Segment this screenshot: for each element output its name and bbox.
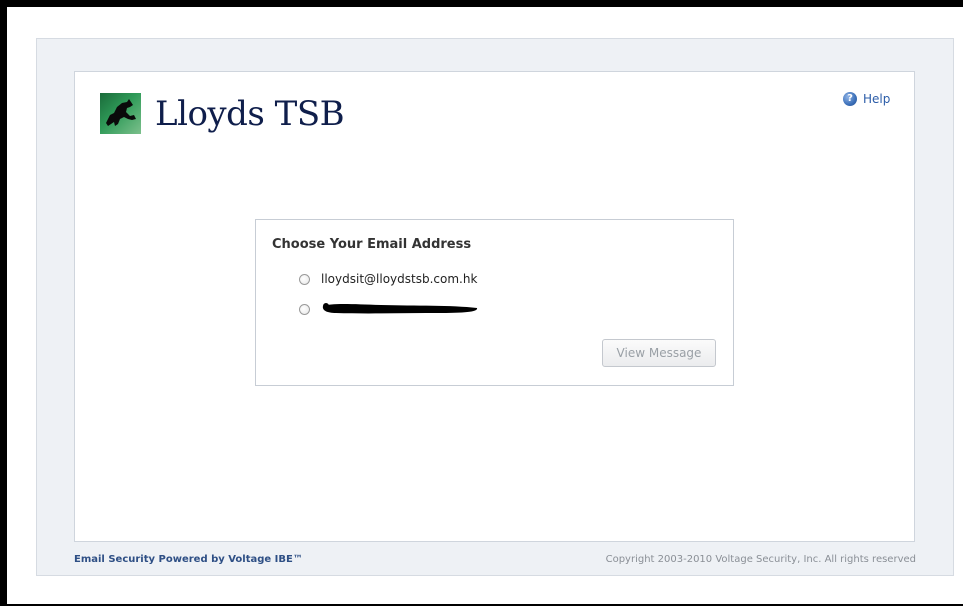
brand-name: Lloyds TSB — [155, 93, 345, 134]
email-option-1-label: lloydsit@lloydstsb.com.hk — [321, 272, 478, 286]
help-icon: ? — [843, 92, 857, 106]
email-option-1[interactable]: lloydsit@lloydstsb.com.hk — [299, 272, 477, 286]
view-message-button[interactable]: View Message — [602, 339, 716, 367]
copyright-text: Copyright 2003-2010 Voltage Security, In… — [605, 554, 916, 565]
email-option-1-radio[interactable] — [299, 273, 310, 285]
email-option-2[interactable] — [299, 302, 479, 316]
help-link[interactable]: ? Help — [843, 92, 890, 106]
email-chooser-title: Choose Your Email Address — [272, 237, 472, 252]
help-label: Help — [863, 92, 891, 106]
redaction-mark — [321, 302, 479, 316]
black-horse-logo-icon — [100, 93, 141, 134]
brand-logo: Lloyds TSB — [100, 93, 345, 134]
powered-by-text: Email Security Powered by Voltage IBE™ — [74, 554, 303, 565]
email-option-2-radio[interactable] — [299, 303, 310, 315]
